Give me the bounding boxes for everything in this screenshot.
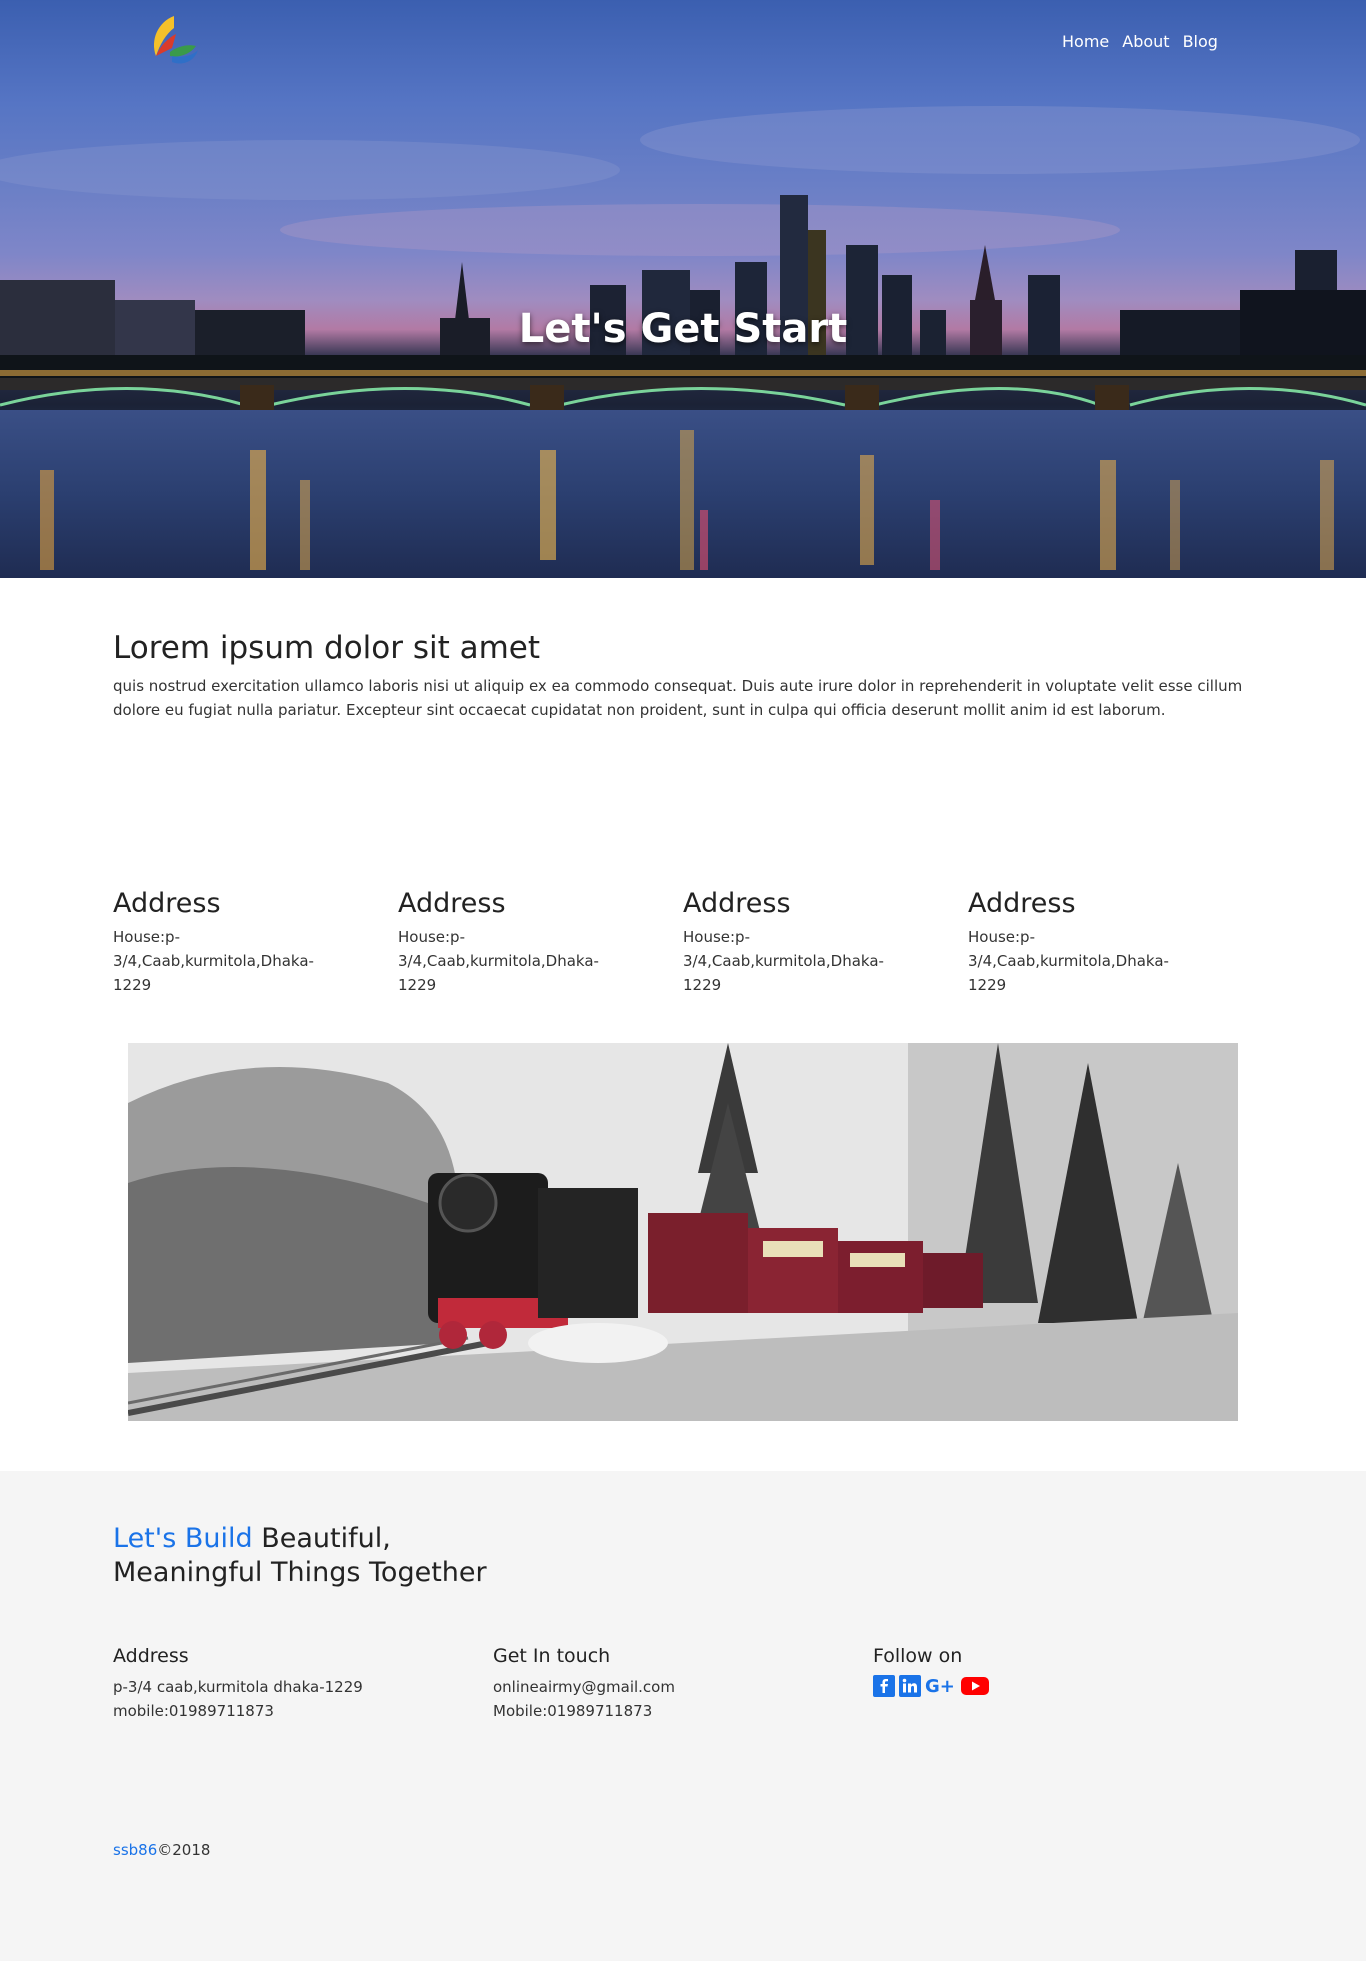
address-card: Address House:p-3/4,Caab,kurmitola,Dhaka…: [968, 888, 1253, 997]
copyright-link[interactable]: ssb86: [113, 1841, 157, 1859]
address-text: House:p-3/4,Caab,kurmitola,Dhaka- 1229: [398, 928, 599, 994]
footer-address-title: Address: [113, 1645, 189, 1667]
facebook-icon[interactable]: [873, 1675, 895, 1701]
main-nav: Home About Blog: [1062, 32, 1218, 51]
address-title: Address: [398, 888, 506, 919]
city-skyline-image: [0, 106, 1366, 578]
address-text: House:p-3/4,Caab,kurmitola,Dhaka- 1229: [683, 928, 884, 994]
footer-follow-column: Follow on G+: [873, 1645, 989, 1701]
youtube-icon[interactable]: [961, 1675, 989, 1701]
address-row: Address House:p-3/4,Caab,kurmitola,Dhaka…: [113, 888, 1253, 997]
social-icons: G+: [873, 1675, 989, 1701]
address-title: Address: [113, 888, 221, 919]
tagline-rest: Beautiful,: [252, 1523, 391, 1554]
footer-address-text: p-3/4 caab,kurmitola dhaka-1229 mobile:01…: [113, 1678, 363, 1720]
hero-title: Let's Get Start: [518, 306, 848, 352]
footer: Let's Build Beautiful, Meaningful Things…: [0, 1471, 1366, 1961]
hero-banner: Home About Blog Let's Get Start: [0, 0, 1366, 578]
address-card: Address House:p-3/4,Caab,kurmitola,Dhaka…: [113, 888, 398, 997]
intro-heading: Lorem ipsum dolor sit amet: [113, 630, 541, 666]
tagline-accent: Let's Build: [113, 1523, 253, 1554]
footer-contact-text: onlineairmy@gmail.com Mobile:01989711873: [493, 1678, 675, 1720]
address-title: Address: [968, 888, 1076, 919]
intro-section: Lorem ipsum dolor sit amet quis nostrud …: [113, 630, 1243, 722]
copyright: ssb86©2018: [113, 1841, 210, 1859]
footer-contact-column: Get In touch onlineairmy@gmail.com Mobile…: [493, 1645, 675, 1723]
copyright-year: ©2018: [157, 1841, 211, 1859]
tagline-line2: Meaningful Things Together: [113, 1557, 487, 1588]
address-card: Address House:p-3/4,Caab,kurmitola,Dhaka…: [683, 888, 968, 997]
site-logo[interactable]: [146, 12, 202, 72]
address-title: Address: [683, 888, 791, 919]
address-text: House:p-3/4,Caab,kurmitola,Dhaka- 1229: [968, 928, 1169, 994]
train-image: [128, 1043, 1238, 1421]
nav-home-link[interactable]: Home: [1062, 32, 1109, 51]
footer-follow-title: Follow on: [873, 1645, 963, 1667]
nav-blog-link[interactable]: Blog: [1183, 32, 1218, 51]
nav-about-link[interactable]: About: [1122, 32, 1169, 51]
intro-body: quis nostrud exercitation ullamco labori…: [113, 677, 1243, 719]
svg-text:G+: G+: [925, 1676, 955, 1697]
google-plus-icon[interactable]: G+: [925, 1675, 957, 1701]
footer-address-column: Address p-3/4 caab,kurmitola dhaka-1229 m…: [113, 1645, 363, 1723]
footer-contact-title: Get In touch: [493, 1645, 611, 1667]
address-card: Address House:p-3/4,Caab,kurmitola,Dhaka…: [398, 888, 683, 997]
address-text: House:p-3/4,Caab,kurmitola,Dhaka- 1229: [113, 928, 314, 994]
linkedin-icon[interactable]: [899, 1675, 921, 1701]
footer-tagline: Let's Build Beautiful, Meaningful Things…: [113, 1522, 487, 1590]
